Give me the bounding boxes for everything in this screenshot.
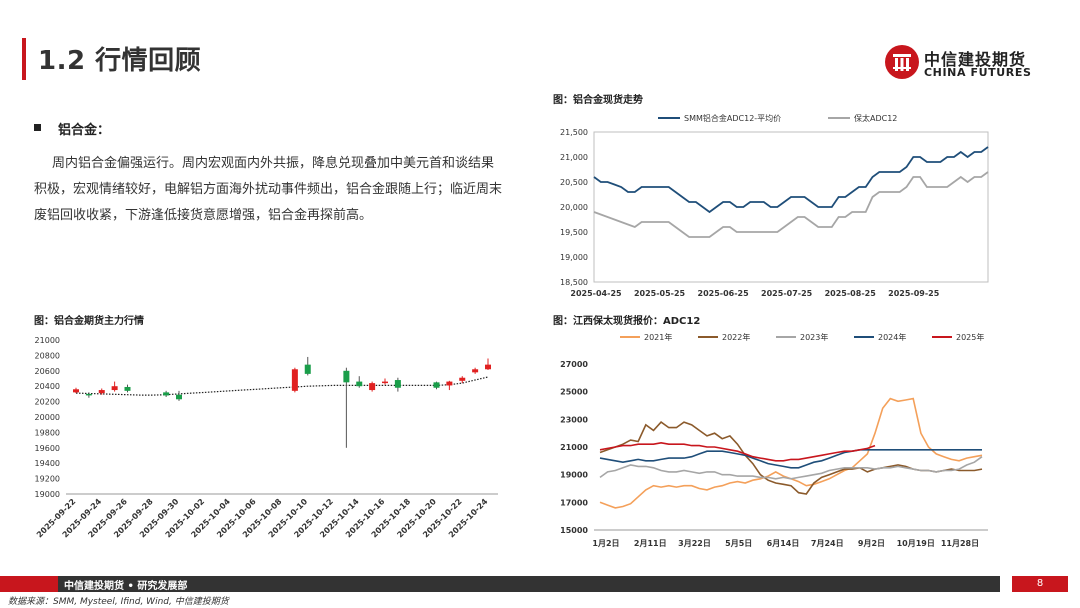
section-bullet-icon [34,124,41,131]
y-tick-label: 27000 [560,360,588,369]
candle-body [124,386,131,391]
series-line-0 [599,397,983,509]
candle-body [73,389,79,393]
legend-label: 2021年 [644,332,672,342]
x-tick-label: 6月14日 [767,539,800,548]
candle-body [433,382,440,388]
y-tick-label: 19800 [35,428,60,437]
y-tick-label: 19400 [35,459,60,468]
x-tick-label: 2025-07-25 [761,289,813,298]
x-tick-label: 2025-08-25 [825,289,877,298]
legend-label: 保太ADC12 [854,113,897,123]
y-tick-label: 19600 [35,444,60,453]
legend-label: 2022年 [722,332,750,342]
candle-body [85,393,92,396]
footer-accent [0,576,58,592]
y-tick-label: 23000 [560,415,588,424]
page-title: 1.2 行情回顾 [38,46,202,76]
legend-label: SMM铝合金ADC12-平均价 [684,113,781,123]
data-source-note: 数据来源：SMM, Mysteel, Ifind, Wind, 中信建投期货 [8,597,229,607]
series-line-1 [599,421,983,495]
futures-chart-title: 图：铝合金期货主力行情 [34,316,144,327]
x-tick-label: 2025-04-25 [570,289,622,298]
y-tick-label: 15000 [560,526,588,535]
trend-line [75,376,489,396]
y-tick-label: 20,500 [560,178,588,187]
candle-body [356,381,363,387]
y-tick-label: 21000 [35,336,60,345]
series-line-1 [593,171,989,238]
spot-trend-chart: SMM铝合金ADC12-平均价 保太ADC12 21,500 21,000 20,500… [560,113,989,298]
candle-body [369,383,376,391]
y-tick-label: 20,000 [560,203,588,212]
title-accent-bar [22,38,26,80]
candle-body [485,364,491,370]
y-tick-label: 20200 [35,398,60,407]
logo-text-en: CHINA FUTURES [924,66,1032,79]
x-tick-label: 10月19日 [897,539,935,548]
y-tick-label: 19000 [560,471,588,480]
legend-label: 2023年 [800,332,828,342]
china-futures-logo-icon [885,45,919,79]
candle-body [382,381,388,384]
y-tick-label: 19000 [35,490,60,499]
x-tick-label: 5月5日 [725,539,752,548]
x-tick-label: 7月24日 [811,539,844,548]
section-heading: 铝合金： [58,123,111,138]
y-tick-label: 18,500 [560,278,588,287]
y-tick-label: 21,500 [560,128,588,137]
x-tick-label: 2025-09-25 [888,289,940,298]
x-tick-label: 11月28日 [941,539,979,548]
y-tick-label: 19200 [35,475,60,484]
candle-body [459,377,466,381]
page-number: 8 [1012,576,1068,592]
footer-label: 中信建投期货 • 研究发展部 [64,581,188,592]
y-tick-label: 20400 [35,382,60,391]
y-tick-label: 19,000 [560,253,588,262]
y-tick-label: 25000 [560,388,588,397]
plot-frame [593,131,989,283]
x-tick-label: 2025-06-25 [698,289,750,298]
y-tick-label: 21000 [560,443,588,452]
commentary-line-3: 废铝回收收紧，下游逢低接货意愿增强，铝合金再探前高。 [34,208,373,223]
candle-body [291,369,298,391]
y-tick-label: 20000 [35,413,60,422]
y-tick-label: 21,000 [560,153,588,162]
commentary-line-1: 周内铝合金偏强运行。周内宏观面内外共振，降息兑现叠加中美元首和谈结果 [52,156,495,171]
y-tick-label: 20600 [35,367,60,376]
candle-body [472,369,479,373]
jiangxi-chart-title: 图：江西保太现货报价：ADC12 [553,316,701,327]
commentary-line-2: 积极，宏观情绪较好，电解铝方面海外扰动事件频出，铝合金跟随上行；临近周末 [34,182,503,197]
candle-body [163,392,170,396]
candle-body [394,380,401,388]
legend-label: 2024年 [878,332,906,342]
x-tick-label: 2025-05-25 [634,289,686,298]
series-line-0 [593,146,989,214]
spot-trend-chart-title: 图：铝合金现货走势 [553,95,643,106]
x-tick-label: 1月2日 [592,539,619,548]
jiangxi-baotai-chart: 2021年 2022年 2023年 2024年 2025年 27000 25000 23000… [560,332,988,548]
y-tick-label: 17000 [560,498,588,507]
legend-label: 2025年 [956,332,984,342]
y-tick-label: 19,500 [560,228,588,237]
candle-body [343,370,350,383]
x-tick-label: 9月2日 [858,539,885,548]
candle-body [111,386,118,391]
y-tick-label: 20800 [35,351,60,360]
candle-body [446,381,453,386]
candle-body [304,364,311,374]
candle-body [176,394,182,400]
futures-candlestick-chart: 21000 20800 20600 20400 20200 20000 19800 19600… [35,336,498,540]
candle-body [98,390,105,394]
x-tick-label: 2月11日 [634,539,667,548]
x-tick-label: 3月22日 [678,539,711,548]
